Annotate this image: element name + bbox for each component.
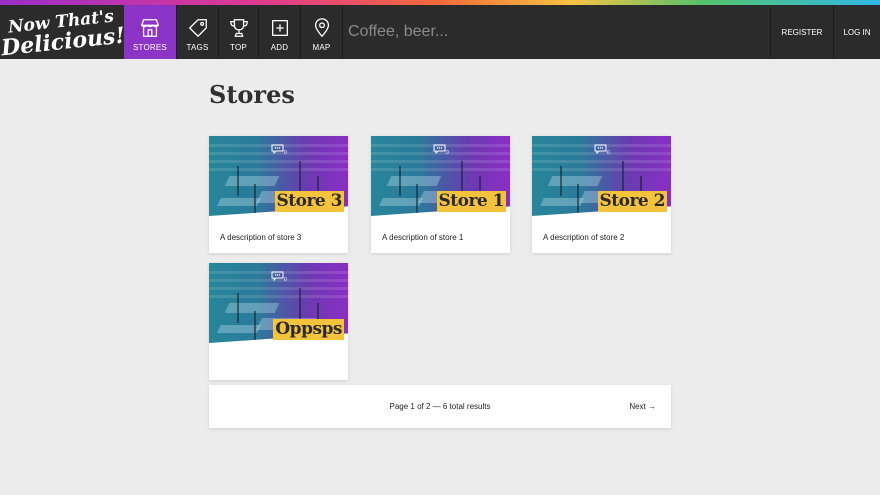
comment-count: 0 [446, 150, 449, 156]
store-icon [140, 18, 160, 37]
image-detail [416, 184, 418, 214]
nav-label: STORES [133, 42, 167, 52]
store-name[interactable]: Oppsps [273, 319, 344, 340]
store-card[interactable]: 0 Store 2 A description of store 2 [532, 136, 671, 253]
image-detail [209, 295, 348, 298]
store-card[interactable]: 0 Store 1 A description of store 1 [371, 136, 510, 253]
comment-icon[interactable] [271, 271, 284, 281]
store-description: A description of store 2 [543, 233, 625, 242]
brand-logo[interactable]: Now That's Delicious! [0, 0, 126, 65]
store-card[interactable]: 0 Oppsps [209, 263, 348, 380]
store-description: A description of store 1 [382, 233, 464, 242]
pagination-summary: Page 1 of 2 — 6 total results [389, 402, 491, 411]
tag-icon [188, 18, 207, 37]
register-link[interactable]: REGISTER [770, 5, 833, 59]
next-page-link[interactable]: Next → [629, 402, 656, 411]
nav-label: TOP [230, 42, 247, 52]
image-detail [209, 168, 348, 171]
image-detail [386, 176, 442, 186]
image-detail [224, 176, 280, 186]
store-card[interactable]: 0 Store 3 A description of store 3 [209, 136, 348, 253]
image-detail [532, 160, 671, 163]
store-description: A description of store 3 [220, 233, 302, 242]
image-detail [254, 184, 256, 214]
comment-count: 0 [284, 150, 287, 156]
comment-icon[interactable] [433, 144, 446, 154]
nav-top[interactable]: TOP [219, 5, 259, 59]
image-detail [577, 184, 579, 214]
login-label: LOG IN [843, 27, 871, 37]
nav-label: TAGS [186, 42, 209, 52]
login-link[interactable]: LOG IN [833, 5, 880, 59]
map-pin-icon [314, 17, 329, 37]
nav-add[interactable]: ADD [259, 5, 301, 59]
image-detail [237, 293, 239, 323]
image-detail [237, 166, 239, 196]
nav-stores[interactable]: STORES [124, 5, 177, 59]
store-name[interactable]: Store 1 [436, 191, 506, 212]
nav-tags[interactable]: TAGS [177, 5, 219, 59]
nav-label: ADD [270, 42, 289, 52]
search-box [343, 5, 763, 59]
image-detail [224, 303, 280, 313]
page-title: Stores [209, 80, 295, 109]
add-icon [271, 19, 288, 36]
nav-label: MAP [312, 42, 331, 52]
image-detail [371, 168, 510, 171]
comment-count: 0 [284, 277, 287, 283]
image-detail [547, 176, 603, 186]
comment-icon[interactable] [271, 144, 284, 154]
comment-count: 0 [607, 150, 610, 156]
comment-icon[interactable] [594, 144, 607, 154]
register-label: REGISTER [781, 27, 823, 37]
store-name[interactable]: Store 3 [274, 191, 344, 212]
image-detail [209, 160, 348, 163]
image-detail [560, 166, 562, 196]
image-detail [254, 311, 256, 341]
image-detail [371, 160, 510, 163]
image-detail [209, 287, 348, 290]
search-input[interactable] [343, 23, 763, 41]
image-detail [532, 168, 671, 171]
top-nav: Now That's Delicious! STORES TAGS TOP AD… [0, 5, 880, 61]
image-detail [399, 166, 401, 196]
nav-map[interactable]: MAP [301, 5, 343, 59]
pagination: Page 1 of 2 — 6 total results Next → [209, 385, 671, 428]
trophy-icon [229, 18, 248, 37]
store-name[interactable]: Store 2 [597, 191, 667, 212]
